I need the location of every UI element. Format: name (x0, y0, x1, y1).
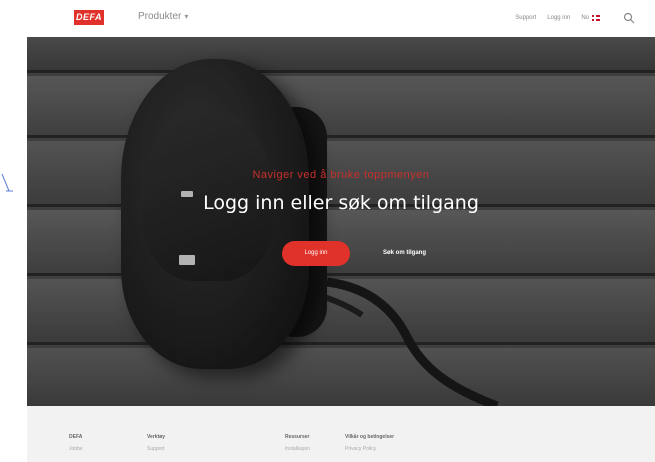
footer-heading: DEFA (69, 434, 83, 440)
footer-heading: Verktøy (147, 434, 166, 440)
products-menu-label: Produkter (138, 11, 182, 22)
footer-heading: Vilkår og betingelser (345, 434, 395, 440)
login-link[interactable]: Logg inn (547, 15, 570, 21)
footer-column: Ressurser Installasjon (285, 434, 310, 452)
footer-column: Verktøy Support (147, 434, 165, 452)
footer-column: Vilkår og betingelser Privacy Policy (345, 434, 394, 452)
request-access-link[interactable]: Søk om tilgang (383, 250, 426, 256)
utility-links: Support Logg inn No (515, 12, 635, 24)
search-icon[interactable] (623, 12, 635, 24)
chevron-down-icon: ▾ (184, 12, 189, 21)
hero-banner: Naviger ved å bruke toppmenyen Logg inn … (27, 37, 655, 406)
support-link[interactable]: Support (515, 15, 536, 21)
login-button[interactable]: Logg inn (282, 241, 350, 266)
site-footer: DEFA Jobbe Verktøy Support Ressurser Ins… (27, 406, 655, 462)
footer-column: DEFA Jobbe (69, 434, 83, 452)
language-label: No (581, 15, 589, 21)
footer-link[interactable]: Installasjon (285, 446, 310, 452)
footer-link[interactable]: Privacy Policy (345, 446, 394, 452)
footer-heading: Ressurser (285, 434, 310, 440)
hero-title: Logg inn eller søk om tilgang (203, 192, 479, 214)
language-selector[interactable]: No (581, 15, 600, 21)
hero-eyebrow-text: Naviger ved å bruke toppmenyen (252, 169, 430, 181)
footer-link[interactable]: Support (147, 446, 165, 452)
footer-link[interactable]: Jobbe (69, 446, 83, 452)
hero-overlay (27, 37, 655, 406)
norway-flag-icon (592, 15, 600, 21)
top-navigation-bar: DEFA Produkter ▾ Support Logg inn No (30, 0, 655, 36)
products-menu[interactable]: Produkter ▾ (138, 11, 188, 22)
stray-pen-mark (1, 173, 13, 192)
defa-logo[interactable]: DEFA (74, 10, 104, 25)
